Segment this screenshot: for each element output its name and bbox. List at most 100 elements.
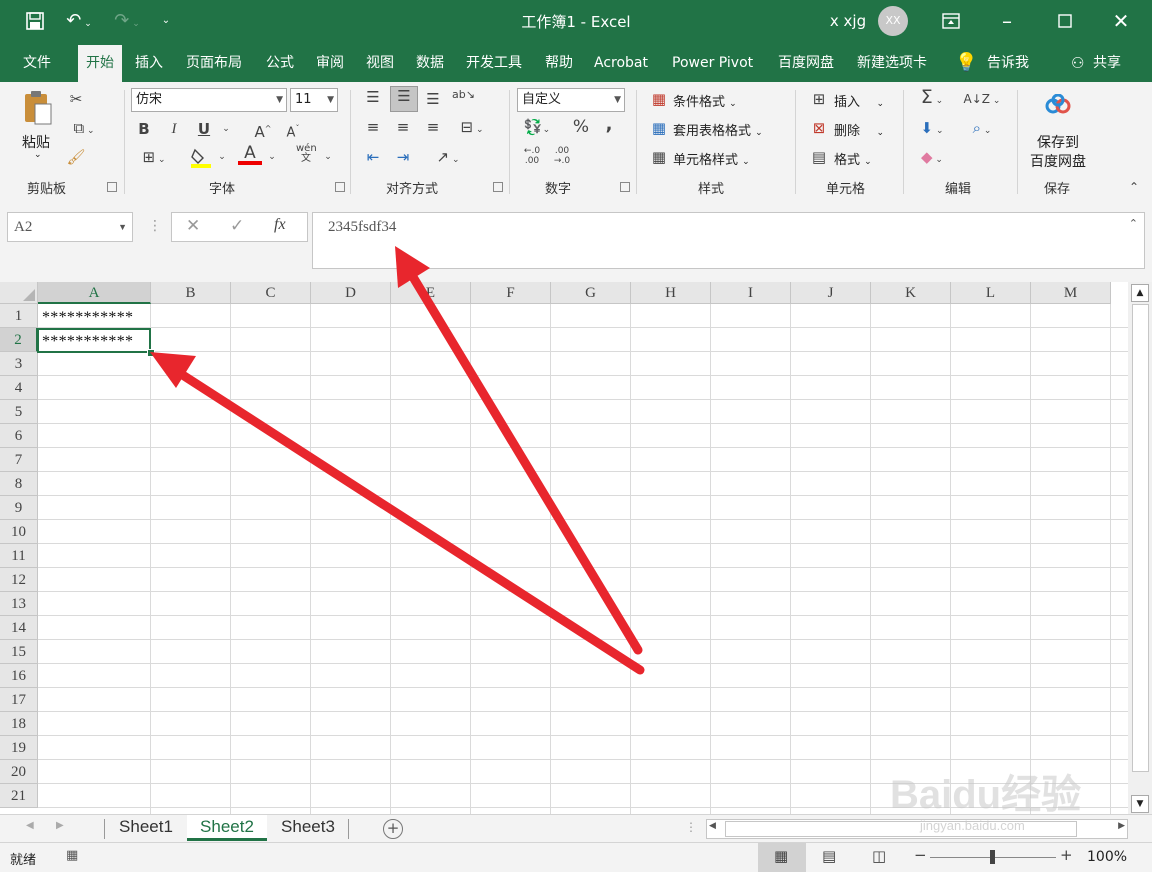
insert-function-button[interactable]: fx bbox=[274, 216, 286, 234]
row-header-10[interactable]: 10 bbox=[0, 520, 38, 544]
enter-icon[interactable]: ✓ bbox=[230, 216, 244, 236]
orientation-icon[interactable]: ↗ ⌄ bbox=[428, 148, 468, 169]
align-left-icon[interactable]: ≡ bbox=[362, 118, 384, 136]
tab-split-grip-icon[interactable]: ⋮ bbox=[685, 820, 697, 834]
sheet-tab-sheet3[interactable]: Sheet3 bbox=[268, 815, 348, 841]
paste-button[interactable]: 粘贴 bbox=[22, 132, 50, 152]
tab-acrobat[interactable]: Acrobat bbox=[594, 52, 648, 74]
align-right-icon[interactable]: ≡ bbox=[422, 118, 444, 136]
conditional-formatting-icon[interactable]: ▦ bbox=[650, 90, 668, 108]
fill-handle[interactable] bbox=[147, 349, 155, 357]
number-format-combo[interactable]: 自定义 ▼ bbox=[517, 88, 625, 112]
alignment-launcher-icon[interactable] bbox=[493, 182, 503, 192]
person-icon[interactable]: ⚇ bbox=[1071, 52, 1084, 74]
align-bottom-icon[interactable]: ☰ bbox=[422, 90, 444, 108]
tab-insert[interactable]: 插入 bbox=[135, 52, 163, 74]
expand-formula-bar-icon[interactable]: ⌃ bbox=[1129, 217, 1138, 230]
row-header-2[interactable]: 2 bbox=[0, 328, 38, 352]
select-all-button[interactable] bbox=[0, 282, 38, 304]
increase-decimal-icon[interactable]: ←.0.00 bbox=[520, 146, 544, 166]
scroll-down-icon[interactable]: ▼ bbox=[1131, 795, 1149, 813]
font-name-combo[interactable]: 仿宋 ▼ bbox=[131, 88, 287, 112]
underline-dropdown-icon[interactable]: ⌄ bbox=[220, 120, 232, 138]
decrease-indent-icon[interactable]: ⇤ bbox=[362, 148, 384, 166]
font-color-icon[interactable]: A bbox=[238, 144, 262, 165]
paste-dropdown-icon[interactable]: ⌄ bbox=[34, 150, 42, 160]
column-header-e[interactable]: E bbox=[391, 282, 471, 304]
fill-color-icon[interactable] bbox=[190, 146, 214, 168]
column-header-b[interactable]: B bbox=[151, 282, 231, 304]
row-header-20[interactable]: 20 bbox=[0, 760, 38, 784]
paste-icon[interactable] bbox=[22, 90, 54, 125]
tab-page-layout[interactable]: 页面布局 bbox=[186, 52, 242, 74]
merge-center-icon[interactable]: ⊟ ⌄ bbox=[452, 118, 492, 139]
column-header-g[interactable]: G bbox=[551, 282, 631, 304]
scroll-left-icon[interactable]: ◀ bbox=[709, 821, 716, 831]
page-layout-view-icon[interactable]: ▤ bbox=[822, 847, 836, 865]
tab-review[interactable]: 审阅 bbox=[316, 52, 344, 74]
clear-icon[interactable]: ◆ ⌄ bbox=[914, 148, 950, 169]
format-cells-icon[interactable]: ▤ bbox=[810, 148, 828, 166]
sheet-next-icon[interactable]: ▶ bbox=[56, 820, 64, 831]
column-header-f[interactable]: F bbox=[471, 282, 551, 304]
zoom-slider-thumb[interactable] bbox=[990, 850, 995, 864]
clipboard-launcher-icon[interactable] bbox=[107, 182, 117, 192]
align-middle-icon[interactable]: ☰ bbox=[390, 86, 418, 112]
tab-baidu-netdisk[interactable]: 百度网盘 bbox=[778, 52, 834, 74]
row-header-9[interactable]: 9 bbox=[0, 496, 38, 520]
row-header-14[interactable]: 14 bbox=[0, 616, 38, 640]
zoom-out-button[interactable]: − bbox=[914, 846, 927, 864]
new-sheet-button[interactable]: + bbox=[383, 819, 403, 839]
close-icon[interactable]: ✕ bbox=[1108, 8, 1134, 34]
font-launcher-icon[interactable] bbox=[335, 182, 345, 192]
tell-me-search[interactable]: 告诉我 bbox=[987, 52, 1029, 74]
vertical-scroll-thumb[interactable] bbox=[1132, 304, 1149, 772]
tab-new-tab[interactable]: 新建选项卡 bbox=[857, 52, 927, 74]
name-box-dropdown-icon[interactable]: ▼ bbox=[118, 213, 127, 241]
minimize-icon[interactable]: – bbox=[994, 8, 1020, 34]
normal-view-button[interactable]: ▦ bbox=[758, 843, 806, 872]
user-name[interactable]: x xjg bbox=[826, 8, 870, 34]
scroll-up-icon[interactable]: ▲ bbox=[1131, 284, 1149, 302]
insert-cells-button[interactable]: 插入 ⌄ bbox=[834, 91, 884, 110]
delete-cells-button[interactable]: 删除 ⌄ bbox=[834, 120, 884, 139]
tab-data[interactable]: 数据 bbox=[416, 52, 444, 74]
bold-button[interactable]: B bbox=[136, 120, 152, 138]
tab-home[interactable]: 开始 bbox=[78, 45, 122, 82]
fill-icon[interactable]: ⬇ ⌄ bbox=[914, 119, 950, 140]
ribbon-display-options-icon[interactable] bbox=[938, 8, 964, 34]
format-as-table-button[interactable]: 套用表格格式 ⌄ bbox=[673, 120, 763, 139]
align-top-icon[interactable]: ☰ bbox=[362, 88, 384, 106]
percent-button[interactable]: % bbox=[570, 118, 592, 136]
row-header-1[interactable]: 1 bbox=[0, 304, 38, 328]
macro-record-icon[interactable]: ▦ bbox=[66, 848, 78, 863]
increase-indent-icon[interactable]: ⇥ bbox=[392, 148, 414, 166]
baidu-cloud-icon[interactable] bbox=[1044, 94, 1074, 116]
horizontal-scrollbar[interactable]: ◀ ▶ bbox=[706, 819, 1128, 839]
zoom-in-button[interactable]: + bbox=[1060, 846, 1073, 864]
zoom-level[interactable]: 100% bbox=[1087, 849, 1127, 865]
collapse-ribbon-icon[interactable]: ⌃ bbox=[1126, 178, 1142, 196]
number-launcher-icon[interactable] bbox=[620, 182, 630, 192]
row-header-6[interactable]: 6 bbox=[0, 424, 38, 448]
worksheet-grid[interactable]: ABCDEFGHIJKLM 1 2 3 4 5 6 7 8 9 10 11 12 13 14 15 16 17 1… bbox=[0, 282, 1128, 814]
save-to-baidu-line1[interactable]: 保存到 bbox=[1037, 132, 1079, 152]
row-header-15[interactable]: 15 bbox=[0, 640, 38, 664]
underline-button[interactable]: U bbox=[196, 120, 212, 138]
tab-formulas[interactable]: 公式 bbox=[266, 52, 294, 74]
italic-button[interactable]: I bbox=[166, 120, 182, 138]
tab-file[interactable]: 文件 bbox=[23, 52, 51, 74]
cut-icon[interactable]: ✂ bbox=[66, 90, 86, 108]
align-center-icon[interactable]: ≡ bbox=[392, 118, 414, 136]
page-break-view-icon[interactable]: ◫ bbox=[872, 847, 886, 865]
column-header-i[interactable]: I bbox=[711, 282, 791, 304]
column-header-k[interactable]: K bbox=[871, 282, 951, 304]
insert-cells-icon[interactable]: ⊞ bbox=[810, 90, 828, 108]
row-header-8[interactable]: 8 bbox=[0, 472, 38, 496]
cell-a1[interactable]: *********** bbox=[42, 309, 133, 327]
conditional-formatting-button[interactable]: 条件格式 ⌄ bbox=[673, 91, 737, 110]
tab-developer[interactable]: 开发工具 bbox=[466, 52, 522, 74]
borders-icon[interactable]: ⊞ ⌄ bbox=[136, 148, 172, 169]
autosum-icon[interactable]: Σ ⌄ bbox=[914, 88, 950, 110]
scroll-right-icon[interactable]: ▶ bbox=[1118, 821, 1125, 831]
